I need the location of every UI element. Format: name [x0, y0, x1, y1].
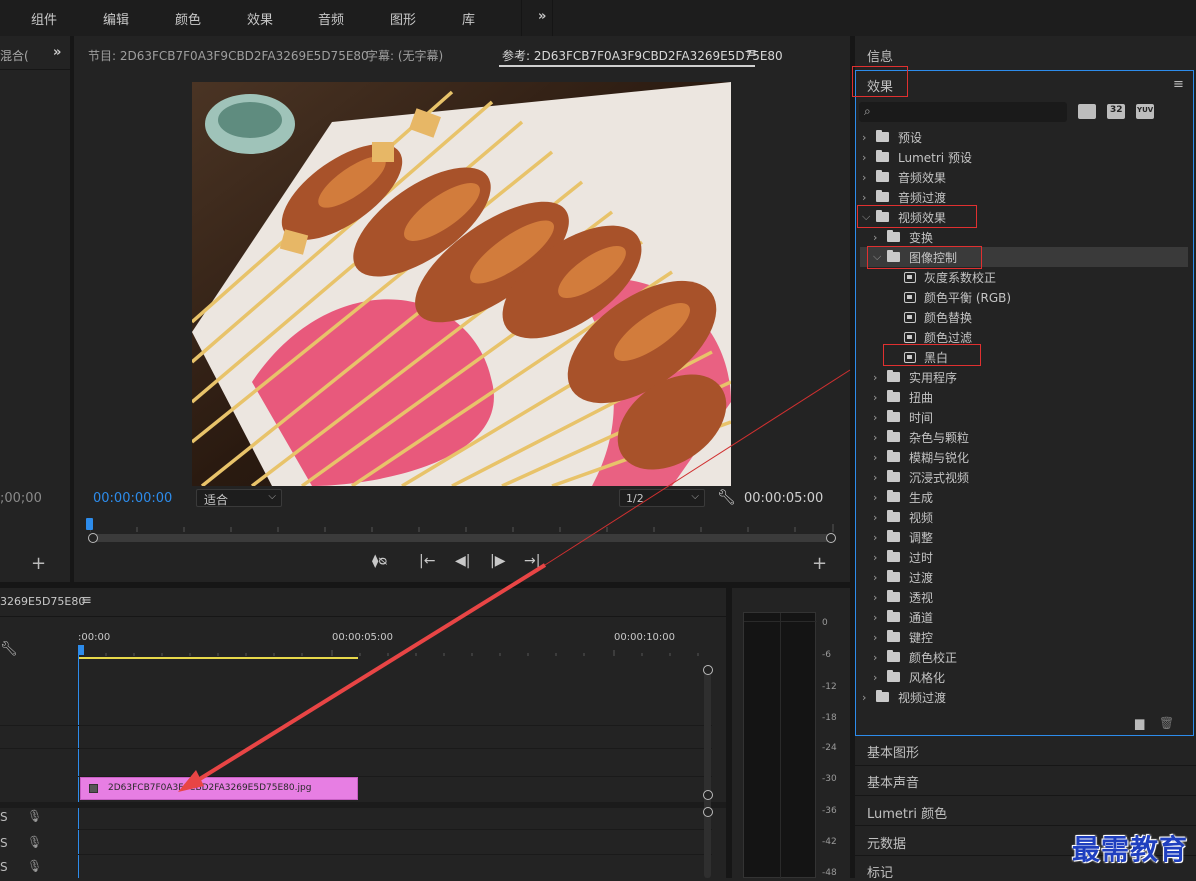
annotation-arrow — [178, 369, 851, 792]
